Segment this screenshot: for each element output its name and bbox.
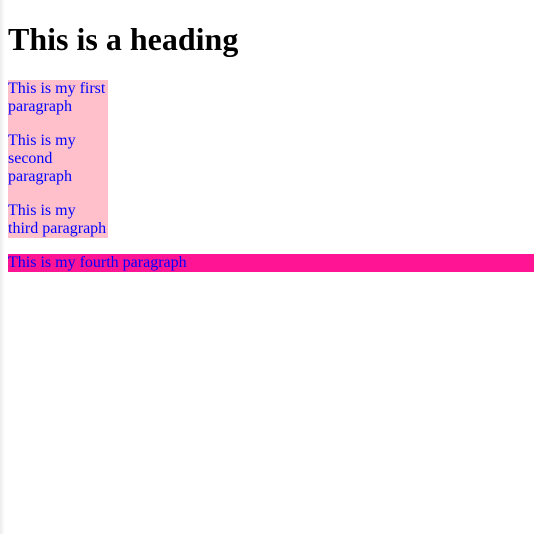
page-heading: This is a heading	[8, 21, 239, 57]
paragraph-column: This is my first paragraph This is my se…	[8, 80, 108, 238]
page-body: This is a heading This is my first parag…	[8, 0, 534, 272]
paragraph-first: This is my first paragraph	[8, 80, 106, 115]
paragraph-fourth: This is my fourth paragraph	[8, 254, 534, 272]
window-left-edge	[0, 0, 5, 534]
paragraph-second: This is my second paragraph	[8, 132, 76, 185]
paragraph-third: This is my third paragraph	[8, 202, 107, 237]
